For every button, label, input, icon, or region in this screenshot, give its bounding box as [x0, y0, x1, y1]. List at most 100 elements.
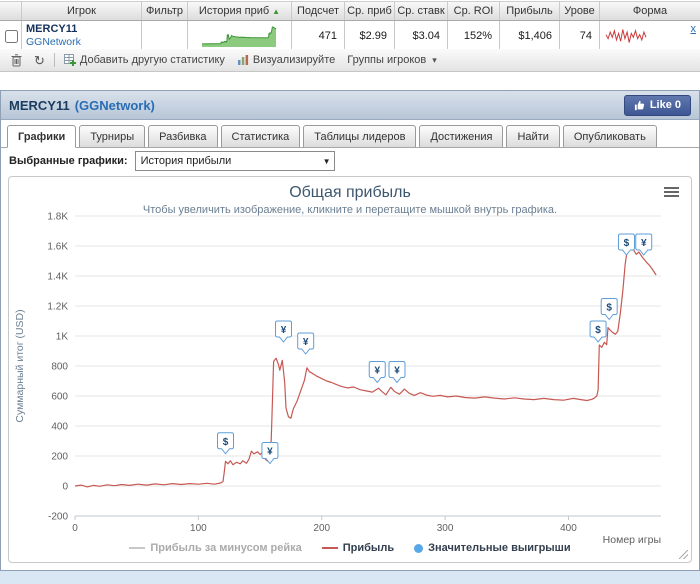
significant-win-marker[interactable]: $	[217, 432, 235, 455]
legend-item-profit[interactable]: Прибыль	[321, 542, 395, 554]
level-value: 74	[560, 21, 600, 51]
legend-rake-swatch	[129, 547, 146, 549]
col-player[interactable]: Игрок	[22, 2, 142, 20]
tab-publish[interactable]: Опубликовать	[562, 125, 657, 147]
results-table: Игрок Фильтр История приб ▲ Подсчет Ср. …	[0, 1, 700, 52]
legend-profit-swatch	[321, 547, 338, 549]
chevron-down-icon: ▼	[322, 156, 331, 166]
avg-profit-value: $2.99	[345, 21, 395, 51]
delete-button[interactable]	[5, 52, 28, 69]
legend-profit-label: Прибыль	[342, 542, 395, 554]
filter-cell	[142, 21, 188, 51]
count-value: 471	[292, 21, 345, 51]
form-sparkline	[605, 28, 647, 43]
chart-type-select[interactable]: История прибыли ▼	[134, 151, 335, 171]
svg-text:¥: ¥	[281, 325, 287, 336]
chart-container: Общая прибыль Чтобы увеличить изображени…	[8, 176, 692, 563]
col-level[interactable]: Урове	[560, 2, 600, 20]
profit-line	[74, 242, 657, 488]
trash-icon	[11, 53, 22, 66]
significant-win-marker[interactable]: ¥	[368, 361, 386, 384]
form-cell: x	[600, 21, 700, 51]
panel-header: MERCY11 (GGNetwork) Like 0	[1, 91, 699, 120]
svg-text:$: $	[606, 303, 612, 314]
legend-rake-label: Прибыль за минусом рейка	[150, 542, 302, 554]
significant-win-marker[interactable]: $	[600, 298, 618, 321]
tab-tournaments[interactable]: Турниры	[79, 125, 146, 147]
svg-text:¥: ¥	[394, 366, 400, 377]
resize-grip-icon[interactable]	[679, 550, 688, 559]
svg-text:300: 300	[437, 523, 454, 534]
svg-text:1K: 1K	[56, 332, 69, 343]
page-background-strip	[0, 571, 700, 584]
significant-win-marker[interactable]: ¥	[274, 320, 292, 343]
svg-text:$: $	[595, 325, 601, 336]
refresh-button[interactable]: ↻	[28, 52, 51, 69]
results-header-row: Игрок Фильтр История приб ▲ Подсчет Ср. …	[0, 1, 700, 21]
player-name-link[interactable]: MERCY11	[26, 23, 77, 36]
col-count[interactable]: Подсчет	[292, 2, 345, 20]
results-row: MERCY11 GGNetwork 471 $2.99 $3.04 152% $…	[0, 21, 700, 52]
col-avg-profit[interactable]: Ср. приб	[345, 2, 395, 20]
svg-text:1.8K: 1.8K	[47, 212, 68, 223]
add-statistic-icon	[63, 54, 76, 66]
chart-type-select-value: История прибыли	[140, 155, 232, 167]
remove-player-link[interactable]: x	[691, 23, 697, 35]
svg-text:Суммарный итог (USD): Суммарный итог (USD)	[14, 309, 26, 422]
svg-text:1.6K: 1.6K	[47, 242, 68, 253]
svg-text:100: 100	[190, 523, 207, 534]
player-groups-button[interactable]: Группы игроков ▾	[341, 52, 443, 68]
header-checkbox-cell	[0, 2, 22, 20]
row-checkbox-cell	[0, 21, 22, 51]
add-statistic-label: Добавить другую статистику	[79, 54, 225, 66]
significant-win-marker[interactable]: ¥	[261, 442, 279, 465]
like-label: Like 0	[649, 99, 681, 111]
col-profit[interactable]: Прибыль	[500, 2, 560, 20]
tab-leaderboards[interactable]: Таблицы лидеров	[303, 125, 417, 147]
tab-bar: Графики Турниры Разбивка Статистика Табл…	[1, 120, 699, 148]
chart-selector-row: Выбранные графики: История прибыли ▼	[1, 148, 699, 174]
svg-text:$: $	[624, 238, 630, 249]
visualize-button[interactable]: Визуализируйте	[231, 52, 341, 68]
svg-text:-200: -200	[48, 512, 68, 523]
svg-text:400: 400	[51, 422, 68, 433]
col-profit-history[interactable]: История приб ▲	[188, 2, 292, 20]
row-checkbox[interactable]	[4, 29, 18, 43]
visualize-label: Визуализируйте	[252, 54, 336, 66]
player-panel: MERCY11 (GGNetwork) Like 0 Графики Турни…	[0, 90, 700, 571]
legend-item-wins[interactable]: Значительные выигрыши	[414, 542, 571, 554]
player-groups-label: Группы игроков	[347, 54, 427, 66]
significant-win-marker[interactable]: ¥	[297, 332, 315, 355]
significant-win-marker[interactable]: $	[617, 233, 635, 256]
col-form[interactable]: Форма	[600, 2, 700, 20]
tab-graphs[interactable]: Графики	[7, 125, 77, 148]
tab-achievements[interactable]: Достижения	[419, 125, 504, 147]
col-avg-roi[interactable]: Ср. ROI	[448, 2, 500, 20]
tab-find[interactable]: Найти	[506, 125, 560, 147]
facebook-like-button[interactable]: Like 0	[623, 94, 691, 116]
legend-wins-label: Значительные выигрыши	[428, 542, 571, 554]
svg-text:400: 400	[560, 523, 577, 534]
thumb-up-icon	[634, 100, 644, 110]
svg-text:¥: ¥	[374, 366, 380, 377]
profit-chart-plot[interactable]: -200 0 200 400 600 800 1K 1.2K 1.4K 1.6K 1.8K 0 100 2…	[9, 177, 691, 562]
visualize-icon	[237, 55, 249, 65]
legend-item-rake[interactable]: Прибыль за минусом рейка	[129, 542, 302, 554]
svg-text:$: $	[223, 437, 229, 448]
col-avg-stake[interactable]: Ср. ставк	[395, 2, 448, 20]
col-filter[interactable]: Фильтр	[142, 2, 188, 20]
tab-statistics[interactable]: Статистика	[220, 125, 301, 147]
avg-stake-value: $3.04	[395, 21, 448, 51]
panel-player-name: MERCY11	[9, 97, 70, 113]
refresh-icon: ↻	[34, 52, 45, 68]
svg-text:¥: ¥	[267, 447, 273, 458]
tab-breakdown[interactable]: Разбивка	[148, 125, 218, 147]
selected-charts-label: Выбранные графики:	[9, 155, 128, 167]
svg-text:800: 800	[51, 362, 68, 373]
significant-win-marker[interactable]: ¥	[388, 361, 406, 384]
svg-text:1.2K: 1.2K	[47, 302, 68, 313]
add-statistic-button[interactable]: Добавить другую статистику	[58, 52, 231, 68]
significant-win-marker[interactable]: $	[589, 320, 607, 343]
player-cell: MERCY11 GGNetwork	[22, 21, 142, 51]
col-profit-history-label: История приб	[198, 5, 270, 17]
